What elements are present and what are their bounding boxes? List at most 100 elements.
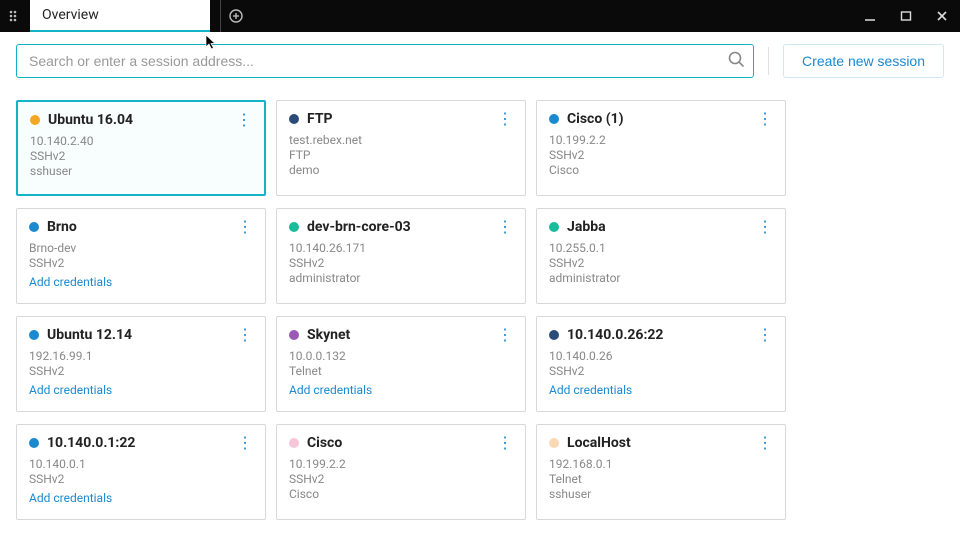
card-info-line: SSHv2 <box>29 364 253 378</box>
status-dot <box>549 114 559 124</box>
card-info: 192.168.0.1Telnetsshuser <box>549 457 773 501</box>
card-info-line: 192.16.99.1 <box>29 349 253 363</box>
card-header: Cisco <box>289 435 513 451</box>
sessions-grid: Ubuntu 16.04⋮10.140.2.40SSHv2sshuserFTP⋮… <box>0 90 960 530</box>
session-card[interactable]: LocalHost ⋮ 192.168.0.1Telnetsshuser <box>536 424 786 520</box>
card-info-line: Cisco <box>289 487 513 501</box>
status-dot <box>289 330 299 340</box>
card-header: Skynet <box>289 327 513 343</box>
status-dot <box>549 222 559 232</box>
minimize-button[interactable] <box>852 0 888 32</box>
card-menu-button[interactable]: ⋮ <box>230 110 258 130</box>
search-input[interactable] <box>29 53 727 69</box>
card-title: Cisco <box>307 435 342 451</box>
card-info: 10.0.0.132TelnetAdd credentials <box>289 349 513 397</box>
card-header: Jabba <box>549 219 773 235</box>
card-info-line: FTP <box>289 148 513 162</box>
session-card[interactable]: 10.140.0.26:22 ⋮ 10.140.0.26SSHv2 Add crede… <box>536 316 786 412</box>
status-dot <box>549 330 559 340</box>
card-info-line: administrator <box>289 271 513 285</box>
tab-overview[interactable]: Overview <box>30 0 210 32</box>
card-menu-button[interactable]: ⋮ <box>491 217 519 237</box>
card-info: 10.140.0.26SSHv2 Add credentials <box>549 349 773 397</box>
card-info-line: Brno-dev <box>29 241 253 255</box>
card-info-line: 10.199.2.2 <box>289 457 513 471</box>
status-dot <box>30 115 40 125</box>
card-info-line: Telnet <box>289 364 513 378</box>
session-card[interactable]: Cisco ⋮ 10.199.2.2SSHv2Cisco <box>276 424 526 520</box>
card-title: FTP <box>307 111 333 127</box>
card-menu-button[interactable]: ⋮ <box>491 109 519 129</box>
card-info-line: SSHv2 <box>29 472 253 486</box>
card-title: Skynet <box>307 327 350 343</box>
card-info: 10.199.2.2SSHv2Cisco <box>549 133 773 177</box>
card-info: 10.255.0.1SSHv2administrator <box>549 241 773 285</box>
session-card[interactable]: 10.140.0.1:22⋮10.140.0.1SSHv2Add credent… <box>16 424 266 520</box>
create-session-button[interactable]: Create new session <box>783 44 944 78</box>
add-credentials-link[interactable]: Add credentials <box>289 383 513 397</box>
session-card[interactable]: Jabba⋮ 10.255.0.1SSHv2administrator <box>536 208 786 304</box>
card-header: 10.140.0.1:22 <box>29 435 253 451</box>
card-title: Brno <box>47 219 77 235</box>
card-title: LocalHost <box>567 435 631 451</box>
card-menu-button[interactable]: ⋮ <box>231 325 259 345</box>
titlebar: Overview <box>0 0 960 32</box>
card-info-line: SSHv2 <box>30 149 252 163</box>
session-card[interactable]: Ubuntu 16.04⋮10.140.2.40SSHv2sshuser <box>16 100 266 196</box>
new-tab-button[interactable] <box>220 0 250 32</box>
app-menu-button[interactable] <box>0 0 30 32</box>
card-title: Ubuntu 16.04 <box>48 112 133 128</box>
session-card[interactable]: Skynet⋮10.0.0.132TelnetAdd credentials <box>276 316 526 412</box>
add-credentials-link[interactable]: Add credentials <box>29 275 253 289</box>
status-dot <box>289 114 299 124</box>
card-menu-button[interactable]: ⋮ <box>491 433 519 453</box>
card-menu-button[interactable]: ⋮ <box>491 325 519 345</box>
card-header: 10.140.0.26:22 <box>549 327 773 343</box>
card-info: Brno-devSSHv2 Add credentials <box>29 241 253 289</box>
card-header: Ubuntu 16.04 <box>30 112 252 128</box>
card-info-line: 10.140.26.171 <box>289 241 513 255</box>
card-menu-button[interactable]: ⋮ <box>231 217 259 237</box>
card-menu-button[interactable]: ⋮ <box>751 433 779 453</box>
card-menu-button[interactable]: ⋮ <box>751 325 779 345</box>
card-title: Ubuntu 12.14 <box>47 327 132 343</box>
card-menu-button[interactable]: ⋮ <box>751 217 779 237</box>
card-info-line: 10.199.2.2 <box>549 133 773 147</box>
close-button[interactable] <box>924 0 960 32</box>
session-card[interactable]: FTP⋮test.rebex.netFTPdemo <box>276 100 526 196</box>
card-info-line: SSHv2 <box>549 148 773 162</box>
add-credentials-link[interactable]: Add credentials <box>549 383 773 397</box>
card-menu-button[interactable]: ⋮ <box>751 109 779 129</box>
status-dot <box>289 438 299 448</box>
maximize-button[interactable] <box>888 0 924 32</box>
card-info-line: 10.140.0.26 <box>549 349 773 363</box>
session-card[interactable]: Brno ⋮ Brno-devSSHv2 Add credentials <box>16 208 266 304</box>
search-box[interactable] <box>16 44 754 78</box>
card-info: 192.16.99.1SSHv2 Add credentials <box>29 349 253 397</box>
card-info-line: 10.140.2.40 <box>30 134 252 148</box>
card-info: 10.199.2.2SSHv2Cisco <box>289 457 513 501</box>
session-card[interactable]: dev-brn-core-03⋮10.140.26.171SSHv2admini… <box>276 208 526 304</box>
add-credentials-link[interactable]: Add credentials <box>29 383 253 397</box>
card-info-line: demo <box>289 163 513 177</box>
session-card[interactable]: Ubuntu 12.14 ⋮ 192.16.99.1SSHv2 Add credent… <box>16 316 266 412</box>
session-card[interactable]: Cisco (1) ⋮ 10.199.2.2SSHv2Cisco <box>536 100 786 196</box>
card-title: 10.140.0.1:22 <box>47 435 135 451</box>
card-info-line: SSHv2 <box>549 364 773 378</box>
status-dot <box>29 330 39 340</box>
card-info: 10.140.0.1SSHv2Add credentials <box>29 457 253 505</box>
add-credentials-link[interactable]: Add credentials <box>29 491 253 505</box>
card-info-line: Telnet <box>549 472 773 486</box>
card-header: Cisco (1) <box>549 111 773 127</box>
card-menu-button[interactable]: ⋮ <box>231 433 259 453</box>
card-info-line: SSHv2 <box>29 256 253 270</box>
tab-label: Overview <box>42 7 99 23</box>
card-info: 10.140.26.171SSHv2administrator <box>289 241 513 285</box>
status-dot <box>29 222 39 232</box>
card-info-line: SSHv2 <box>289 256 513 270</box>
search-icon <box>727 50 745 72</box>
card-header: Brno <box>29 219 253 235</box>
card-info-line: 192.168.0.1 <box>549 457 773 471</box>
card-title: Cisco (1) <box>567 111 624 127</box>
card-title: 10.140.0.26:22 <box>567 327 663 343</box>
